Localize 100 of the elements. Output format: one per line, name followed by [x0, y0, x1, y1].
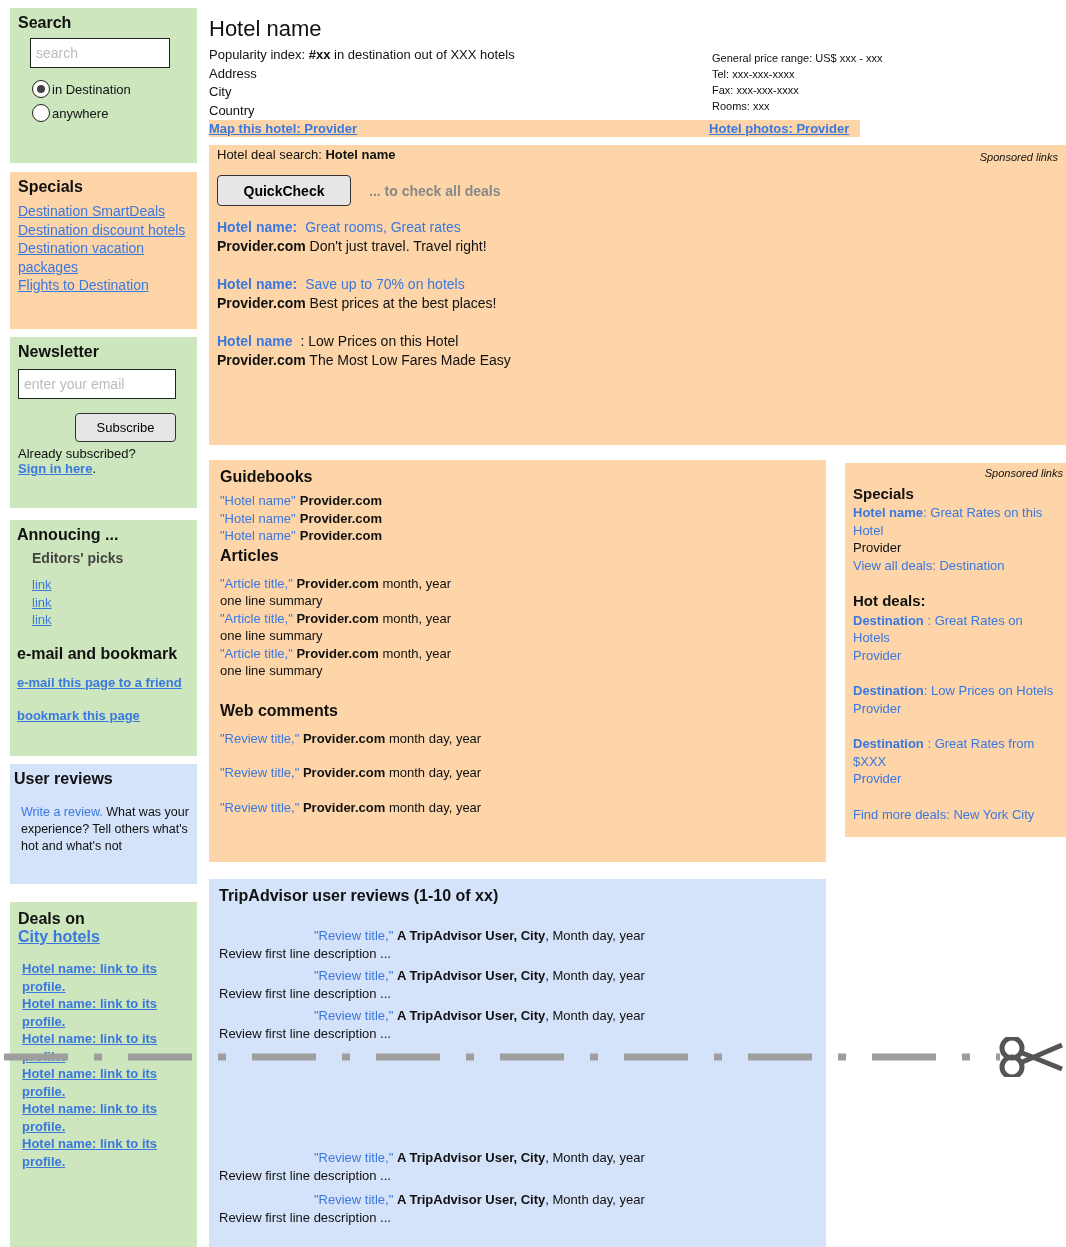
article-summary: one line summary	[220, 627, 324, 645]
subscribed-prompt: Already subscribed?	[18, 446, 137, 461]
hotel-profile-link[interactable]: Hotel name: link to its profile.	[22, 995, 189, 1030]
comment-link[interactable]: "Review title,"	[220, 799, 300, 815]
pick-link[interactable]: link	[32, 611, 52, 629]
review-byline: A TripAdvisor User, City, Month day, year	[396, 968, 645, 983]
section-title: Specials	[853, 484, 915, 502]
section-title: Web comments	[220, 701, 339, 720]
photos-link[interactable]: Hotel photos: Provider	[709, 121, 850, 136]
hot-deal-link[interactable]: Destination : Great Rates from $XXX	[853, 735, 1063, 770]
comment-link[interactable]: "Review title,"	[220, 730, 300, 746]
article-summary: one line summary	[220, 662, 324, 680]
ad-tagline-link[interactable]: Save up to 70% on hotels	[305, 275, 465, 294]
ad-provider-text: Provider.com Best prices at the best places!	[217, 294, 498, 313]
section-title: TripAdvisor user reviews (1-10 of xx)	[219, 887, 500, 905]
comment-byline: Provider.com month day, year	[302, 730, 482, 746]
bookmark-link[interactable]: bookmark this page	[17, 707, 189, 723]
quickcheck-hint: ... to check all deals	[369, 182, 501, 199]
review-byline: A TripAdvisor User, City, Month day, year	[396, 1192, 645, 1207]
review-prompt: Write a review. What was your experience? Tell others what's hot and what's not	[21, 804, 189, 855]
ad-provider-text: Provider.com The Most Low Fares Made Easy	[217, 351, 512, 370]
specials-link[interactable]: Destination vacation packages	[18, 239, 189, 276]
provider-text: Provider	[853, 539, 903, 557]
search-field[interactable]: search	[30, 38, 170, 68]
provider-link[interactable]: Provider	[853, 699, 1063, 717]
article-link[interactable]: "Article title,"	[220, 610, 293, 626]
comment-byline: Provider.com month day, year	[302, 765, 482, 780]
specials-link[interactable]: Destination discount hotels	[18, 220, 189, 239]
pick-link[interactable]: link	[32, 593, 52, 611]
popularity-text: Popularity index: #xx in destination out of XXX hotels	[209, 46, 516, 64]
comment-link[interactable]: "Review title,"	[220, 765, 300, 780]
guidebook-source: Provider.com	[299, 528, 383, 543]
quickcheck-button[interactable]: QuickCheck	[217, 175, 351, 206]
review-byline: A TripAdvisor User, City, Month day, year	[396, 1008, 645, 1023]
hotel-info-line: General price range: US$ xxx - xxx	[712, 51, 883, 66]
specials-link[interactable]: Destination SmartDeals	[18, 202, 189, 221]
ad-headline-link[interactable]: Hotel name:	[217, 275, 298, 294]
review-link[interactable]: "Review title,"	[314, 1150, 394, 1165]
hotel-profile-link[interactable]: Hotel name: link to its profile.	[22, 960, 189, 995]
hot-deal-link[interactable]: Destination : Great Rates on Hotels	[853, 611, 1063, 647]
radio-label: anywhere	[52, 105, 109, 121]
review-link[interactable]: "Review title,"	[314, 1192, 394, 1207]
provider-link[interactable]: Provider	[853, 770, 1063, 788]
sponsored-label: Sponsored links	[979, 150, 1058, 163]
radio-button[interactable]	[32, 80, 50, 98]
hotel-info-line: Tel: xxx-xxx-xxxx	[712, 67, 796, 82]
article-byline: Provider.com month, year	[296, 610, 452, 626]
ad-tagline-link[interactable]: Great rooms, Great rates	[305, 218, 461, 237]
more-deals-link[interactable]: Find more deals: New York City	[853, 805, 1063, 823]
radio-label: in Destination	[52, 81, 131, 97]
all-deals-link[interactable]: View all deals: Destination	[853, 556, 1063, 574]
hotel-title: Hotel name	[209, 16, 323, 42]
guidebook-link[interactable]: "Hotel name"	[220, 528, 296, 543]
hotel-info-line: Rooms: xxx	[712, 99, 771, 114]
hotel-profile-link[interactable]: Hotel name: link to its profile.	[22, 1065, 189, 1100]
review-byline: A TripAdvisor User, City, Month day, year	[396, 928, 645, 943]
guidebook-link[interactable]: "Hotel name"	[220, 510, 296, 526]
panel-title: Deals on	[18, 910, 86, 928]
review-byline: A TripAdvisor User, City, Month day, year	[396, 1150, 645, 1165]
article-summary: one line summary	[220, 592, 324, 610]
review-link[interactable]: "Review title,"	[314, 968, 394, 983]
ad-headline-link[interactable]: Hotel name:	[217, 218, 298, 237]
deal-search-title: Hotel deal search: Hotel name	[217, 147, 396, 162]
scissors-icon	[999, 1037, 1063, 1077]
guidebook-source: Provider.com	[299, 493, 383, 508]
panel-title: User reviews	[14, 770, 114, 788]
address-line: Address	[209, 64, 258, 83]
map-link[interactable]: Map this hotel: Provider	[209, 121, 358, 136]
guidebook-link[interactable]: "Hotel name"	[220, 493, 296, 508]
email-field[interactable]: enter your email	[18, 369, 176, 399]
review-link[interactable]: "Review title,"	[314, 928, 394, 943]
bookmark-link[interactable]: e-mail this page to a friend	[17, 674, 189, 690]
section-title: Hot deals:	[853, 592, 927, 610]
panel-title: Specials	[18, 178, 84, 196]
subscribe-button[interactable]: Subscribe	[75, 413, 176, 442]
address-line: City	[209, 83, 233, 101]
panel-title: Newsletter	[18, 343, 100, 361]
hotel-profile-link[interactable]: Hotel name: link to its profile.	[22, 1135, 189, 1170]
review-description: Review first line description ...	[219, 984, 392, 1002]
pick-link[interactable]: link	[32, 576, 52, 594]
review-link[interactable]: "Review title,"	[314, 1008, 394, 1023]
sponsored-label: Sponsored links	[983, 466, 1063, 481]
article-link[interactable]: "Article title,"	[220, 645, 293, 661]
city-hotels-link[interactable]: City hotels	[18, 928, 189, 946]
hot-deal-link[interactable]: Destination: Low Prices on Hotels	[853, 682, 1063, 700]
article-byline: Provider.com month, year	[296, 575, 452, 591]
comment-byline: Provider.com month day, year	[302, 799, 482, 815]
deal-link[interactable]: Hotel name: Great Rates on this Hotel	[853, 504, 1063, 539]
hotel-profile-link[interactable]: Hotel name: link to its profile.	[22, 1100, 189, 1135]
specials-link[interactable]: Flights to Destination	[18, 276, 189, 295]
provider-link[interactable]: Provider	[853, 646, 1063, 664]
article-link[interactable]: "Article title,"	[220, 575, 293, 591]
ad-headline-link[interactable]: Hotel name	[217, 332, 293, 351]
period-text: .	[92, 461, 97, 476]
radio-button[interactable]	[32, 104, 50, 122]
review-description: Review first line description ...	[219, 1166, 392, 1184]
ad-provider-text: Provider.com Don't just travel. Travel right!	[217, 237, 488, 256]
write-review-link[interactable]: Write a review.	[21, 805, 103, 819]
review-description: Review first line description ...	[219, 944, 392, 962]
article-byline: Provider.com month, year	[296, 645, 452, 661]
